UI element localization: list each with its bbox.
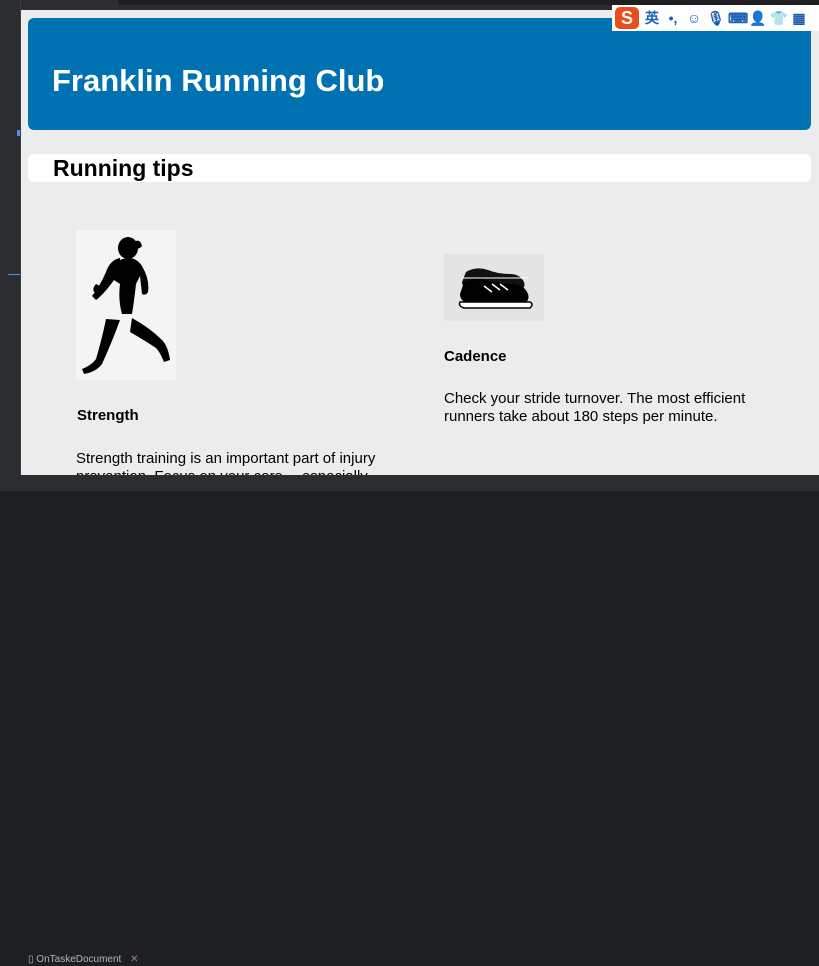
section-header: Running tips (28, 154, 811, 182)
language-toggle[interactable]: 英 (644, 8, 660, 28)
gutter-marker (8, 274, 20, 275)
ide-bottom-tabs: ▯ OnTaskeDocument ✕ (0, 475, 819, 965)
tip-title: Cadence (444, 348, 507, 365)
gutter-marker (17, 130, 20, 136)
banner-title: Franklin Running Club (52, 63, 385, 98)
user-icon[interactable]: 👤 (749, 10, 766, 27)
sogou-logo-icon[interactable]: S (615, 7, 639, 29)
editor-tab-label: OnTaskeDocument (36, 954, 122, 965)
keyboard-icon[interactable]: ⌨ (728, 10, 748, 27)
grid-icon[interactable]: ▦ (791, 10, 807, 27)
running-shoes-icon (458, 268, 533, 309)
runner-silhouette-icon (82, 237, 170, 374)
ide-left-gutter (0, 0, 21, 491)
tip-text: Check your stride turnover. The most eff… (444, 390, 746, 425)
editor-tab[interactable]: ▯ OnTaskeDocument ✕ (28, 953, 208, 966)
runner-image (76, 230, 176, 380)
smiley-icon[interactable]: ☺ (686, 10, 702, 26)
site-banner: Franklin Running Club (28, 18, 811, 130)
section-title: Running tips (53, 155, 194, 181)
file-icon: ▯ (28, 954, 34, 965)
browser-page: Franklin Running Club Running tips Stren… (21, 10, 819, 475)
shirt-icon[interactable]: 👕 (770, 10, 787, 27)
microphone-icon[interactable]: 🎙 (707, 10, 725, 27)
ime-toolbar: S 英 •, ☺ 🎙 ⌨ 👤 👕 ▦ (612, 5, 819, 31)
close-icon[interactable]: ✕ (130, 954, 138, 965)
shoes-image (444, 254, 544, 321)
punctuation-toggle[interactable]: •, (665, 10, 681, 26)
tip-title: Strength (77, 407, 139, 424)
tip-text: Strength training is an important part o… (76, 450, 376, 475)
